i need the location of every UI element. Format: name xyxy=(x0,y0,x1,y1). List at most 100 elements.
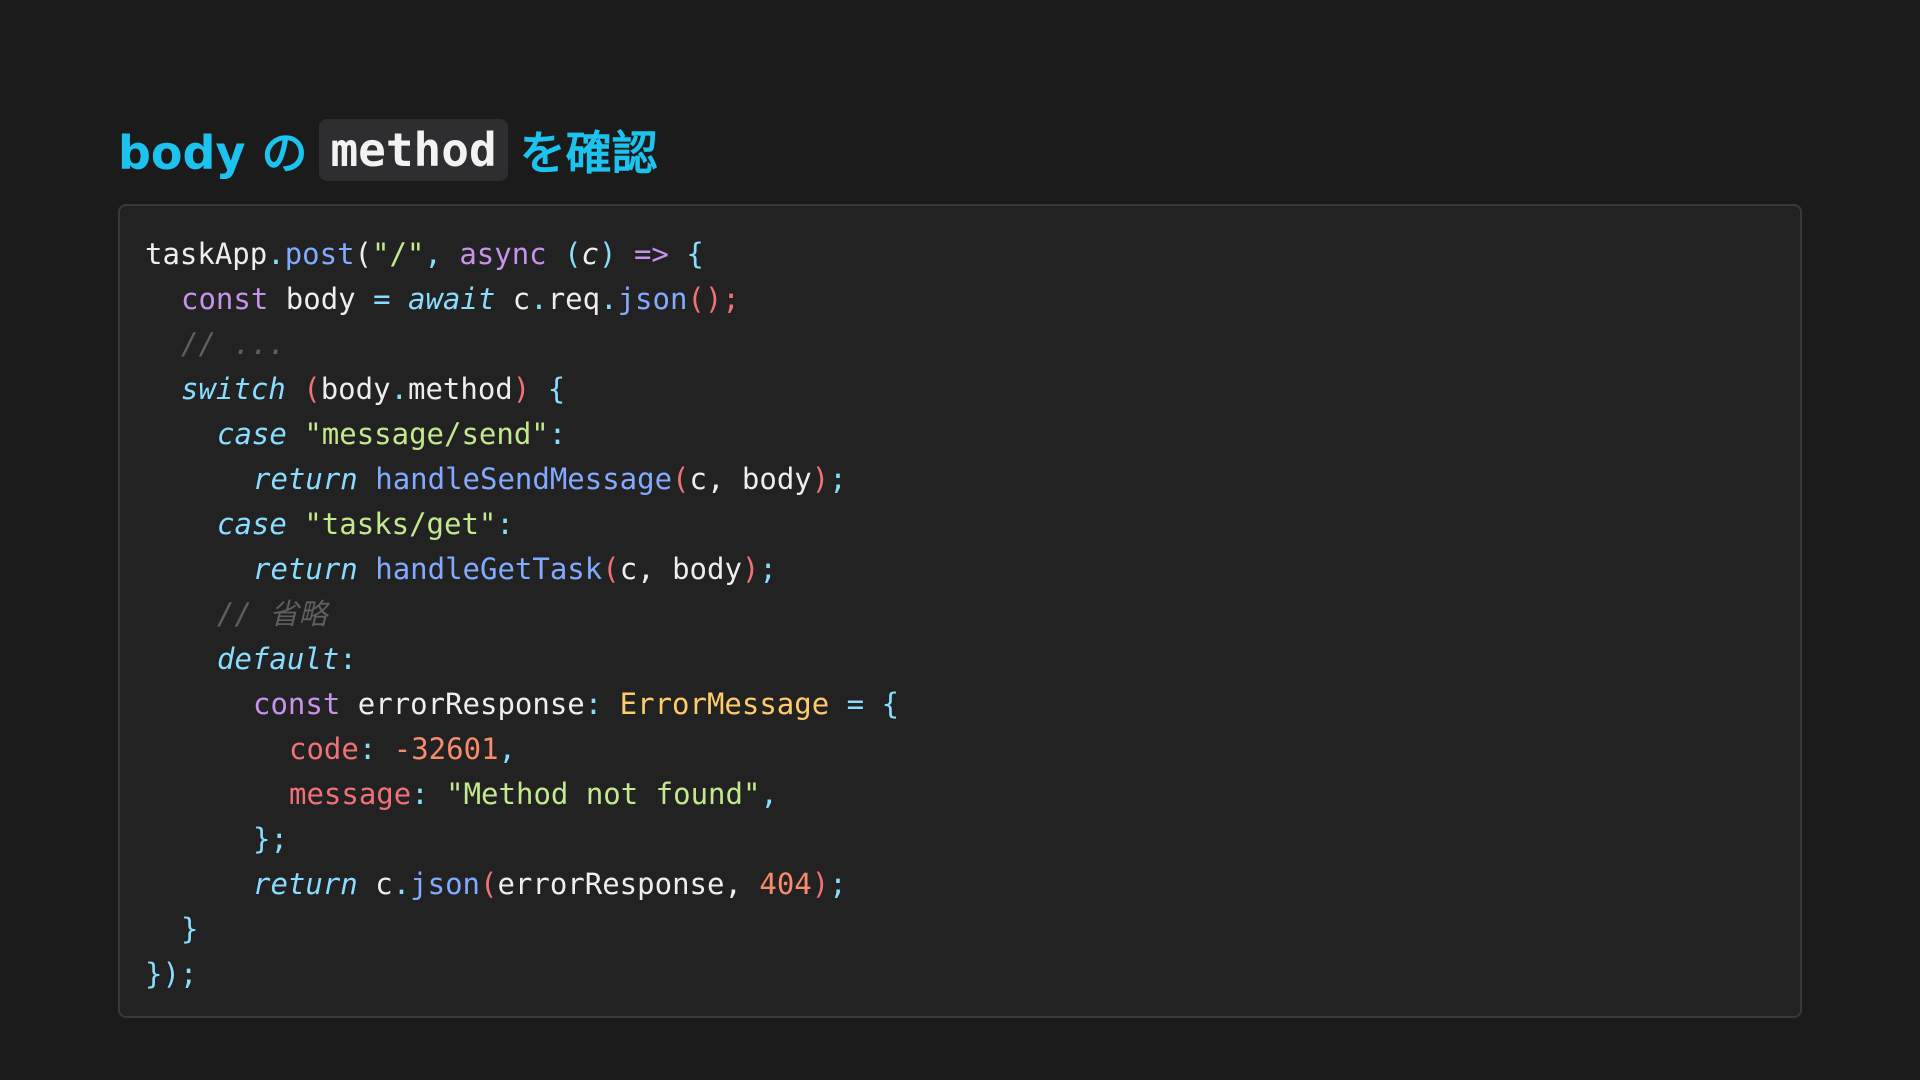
code-line: // 省略 xyxy=(145,592,899,637)
token: ) xyxy=(741,552,760,586)
token: => xyxy=(616,237,687,271)
code-line: case "tasks/get": xyxy=(145,502,899,547)
token: const xyxy=(253,687,341,721)
token: json xyxy=(617,282,688,316)
token: , xyxy=(424,237,460,271)
code-line: taskApp.post("/", async (c) => { xyxy=(145,232,899,277)
token: ) xyxy=(512,372,531,406)
token: . xyxy=(267,237,285,271)
token: } xyxy=(181,912,199,946)
code-line: return c.json(errorResponse, 404); xyxy=(145,862,899,907)
token: errorResponse xyxy=(340,687,585,721)
title-inline-code: method xyxy=(319,119,508,181)
token: . xyxy=(530,282,548,316)
token: ErrorMessage xyxy=(619,687,830,721)
token: body xyxy=(268,282,374,316)
token: ; xyxy=(829,867,847,901)
code-line: const errorResponse: ErrorMessage = { xyxy=(145,682,899,727)
code-block: taskApp.post("/", async (c) => {const bo… xyxy=(118,204,1802,1018)
title-suffix: を確認 xyxy=(519,126,658,180)
token: . xyxy=(390,372,408,406)
token: : xyxy=(339,642,357,676)
token: { xyxy=(881,687,900,721)
token: // ... xyxy=(181,327,286,361)
token: { xyxy=(530,372,566,406)
token: ( xyxy=(354,237,372,271)
token: case xyxy=(217,417,287,451)
token: (); xyxy=(687,282,740,316)
code-line: }); xyxy=(145,952,899,997)
token: }; xyxy=(253,822,288,856)
code-line: case "message/send": xyxy=(145,412,899,457)
token: = xyxy=(373,282,391,316)
token: ; xyxy=(759,552,777,586)
token: "message/send" xyxy=(304,417,549,451)
token: "/" xyxy=(372,237,425,271)
token: c xyxy=(581,237,600,271)
token: c xyxy=(495,282,531,316)
token: "tasks/get" xyxy=(304,507,497,541)
token: method xyxy=(408,372,513,406)
token: await xyxy=(408,282,496,316)
token: : xyxy=(548,417,567,451)
token: : xyxy=(411,777,447,811)
token: . xyxy=(600,282,618,316)
token: handleGetTask xyxy=(375,552,603,586)
token: errorResponse, xyxy=(497,867,760,901)
token: : xyxy=(496,507,514,541)
token: . xyxy=(392,867,411,901)
token: code xyxy=(289,732,359,766)
code-line: const body = await c.req.json(); xyxy=(145,277,899,322)
token: return xyxy=(253,462,358,496)
token: const xyxy=(181,282,269,316)
token: async xyxy=(459,237,547,271)
slide: body の method を確認 taskApp.post("/", async … xyxy=(0,0,1920,1080)
token: -32601 xyxy=(393,732,499,766)
token: taskApp xyxy=(145,237,268,271)
token: ; xyxy=(829,462,847,496)
token: handleSendMessage xyxy=(375,462,673,496)
token: ) xyxy=(811,867,830,901)
token: message xyxy=(289,777,412,811)
token: ( xyxy=(602,552,620,586)
title-prefix: body の xyxy=(118,126,308,180)
token: post xyxy=(284,237,355,271)
token: body xyxy=(320,372,391,406)
token: ) xyxy=(811,462,830,496)
token: ) xyxy=(599,237,617,271)
page-title: body の method を確認 xyxy=(118,118,658,182)
code-line: } xyxy=(145,907,899,952)
token: ( xyxy=(672,462,690,496)
code-line: default: xyxy=(145,637,899,682)
code-line: return handleGetTask(c, body); xyxy=(145,547,899,592)
code-line: code: -32601, xyxy=(145,727,899,772)
code-line: }; xyxy=(145,817,899,862)
token: default xyxy=(217,642,340,676)
token: ( xyxy=(285,372,321,406)
token: , xyxy=(760,777,778,811)
token: = xyxy=(829,687,882,721)
token: case xyxy=(217,507,287,541)
token: c, body xyxy=(619,552,742,586)
token: c, body xyxy=(689,462,812,496)
token: , xyxy=(498,732,516,766)
code-line: // ... xyxy=(145,322,899,367)
token: : xyxy=(358,732,394,766)
token: return xyxy=(253,552,358,586)
code-line: switch (body.method) { xyxy=(145,367,899,412)
token: return xyxy=(253,867,358,901)
token: : xyxy=(584,687,620,721)
code-line: return handleSendMessage(c, body); xyxy=(145,457,899,502)
token: json xyxy=(410,867,480,901)
token: ( xyxy=(480,867,498,901)
token: 404 xyxy=(759,867,812,901)
token: switch xyxy=(181,372,286,406)
code-line: message: "Method not found", xyxy=(145,772,899,817)
code-text: taskApp.post("/", async (c) => {const bo… xyxy=(145,232,899,997)
token: ( xyxy=(546,237,582,271)
